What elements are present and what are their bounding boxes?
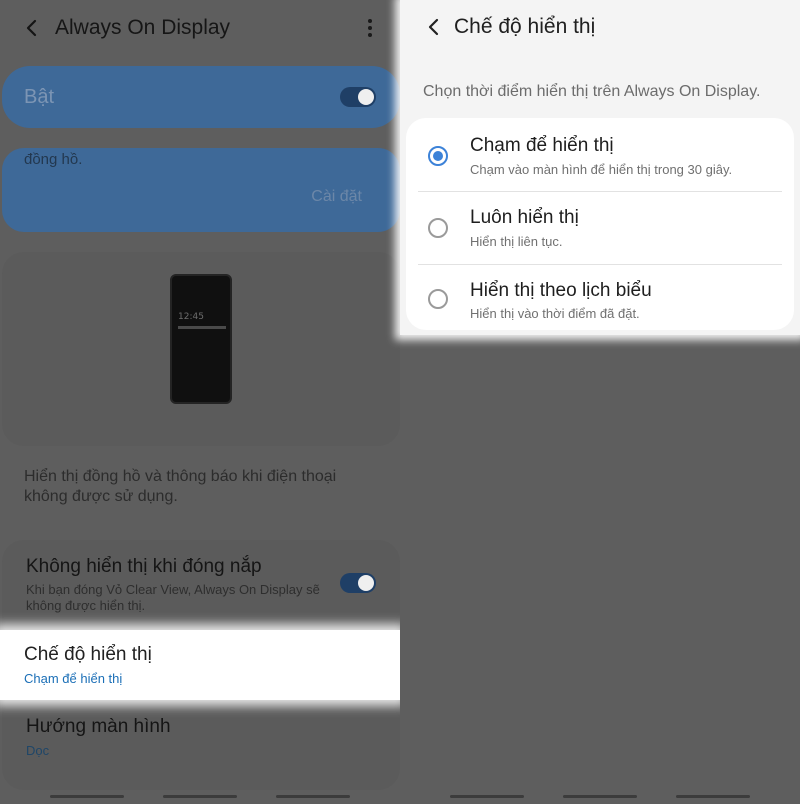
nav-bar-home[interactable] <box>163 795 237 798</box>
option-subtitle: Hiển thị liên tục. <box>470 234 563 249</box>
master-switch-card[interactable]: Bật <box>2 66 400 128</box>
radio-button[interactable] <box>428 289 448 309</box>
display-mode-dialog: Chế độ hiển thị Chọn thời điểm hiển thị … <box>400 0 800 335</box>
master-switch-label: Bật <box>24 86 55 108</box>
option-scheduled[interactable]: Hiển thị theo lịch biểu Hiển thị vào thờ… <box>406 264 794 336</box>
master-toggle-switch[interactable] <box>340 87 376 107</box>
nav-bar-home[interactable] <box>563 795 637 798</box>
preview-clock: 12:45 <box>178 312 204 322</box>
preview-card: 12:45 <box>2 252 400 446</box>
option-subtitle: Chạm vào màn hình để hiển thị trong 30 g… <box>470 162 733 177</box>
more-options-icon[interactable] <box>360 17 380 39</box>
section-subtitle: Chọn thời điểm hiển thị trên Always On D… <box>423 83 761 100</box>
preview-divider <box>178 326 226 329</box>
page-title: Always On Display <box>55 16 231 39</box>
radio-button[interactable] <box>428 218 448 238</box>
info-text: đồng hồ. <box>24 151 83 168</box>
aod-settings-screen: Always On Display Bật đồng hồ. Cài đặt 1… <box>0 0 400 804</box>
nav-bar-recents[interactable] <box>50 795 124 798</box>
page-title: Chế độ hiển thị <box>454 15 596 38</box>
option-title: Chạm để hiển thị <box>470 135 614 156</box>
display-mode-setting-title: Chế độ hiển thị <box>24 644 152 665</box>
display-mode-setting-value: Chạm để hiển thị <box>24 671 123 686</box>
orientation-setting-title[interactable]: Hướng màn hình <box>26 716 171 738</box>
phone-preview-image: 12:45 <box>170 274 232 404</box>
back-arrow-icon[interactable] <box>424 15 444 39</box>
option-title: Hiển thị theo lịch biểu <box>470 280 652 301</box>
feature-description: Hiển thị đồng hồ và thông báo khi điện t… <box>24 468 337 505</box>
display-mode-screen: Chế độ hiển thị Chọn thời điểm hiển thị … <box>400 0 800 804</box>
option-tap-to-show[interactable]: Chạm để hiển thị Chạm vào màn hình để hi… <box>406 118 794 190</box>
radio-button-selected[interactable] <box>428 146 448 166</box>
option-subtitle: Hiển thị vào thời điểm đã đặt. <box>470 306 640 321</box>
nav-bar-recents[interactable] <box>450 795 524 798</box>
nav-bar-back[interactable] <box>276 795 350 798</box>
back-arrow-icon[interactable] <box>22 16 42 40</box>
cover-setting-subtitle: Khi bạn đóng Vỏ Clear View, Always On Di… <box>26 582 320 613</box>
option-title: Luôn hiển thị <box>470 207 579 228</box>
info-card: đồng hồ. Cài đặt <box>2 148 400 232</box>
cover-setting-title[interactable]: Không hiển thị khi đóng nắp <box>26 556 262 578</box>
display-mode-setting-row[interactable]: Chế độ hiển thị Chạm để hiển thị <box>0 630 400 700</box>
option-always-show[interactable]: Luôn hiển thị Hiển thị liên tục. <box>406 191 794 263</box>
app-bar: Always On Display <box>0 0 400 56</box>
nav-bar-back[interactable] <box>676 795 750 798</box>
orientation-setting-value: Dọc <box>26 743 50 758</box>
cover-toggle-switch[interactable] <box>340 573 376 593</box>
settings-button[interactable]: Cài đặt <box>311 188 362 206</box>
display-mode-options: Chạm để hiển thị Chạm vào màn hình để hi… <box>406 118 794 330</box>
